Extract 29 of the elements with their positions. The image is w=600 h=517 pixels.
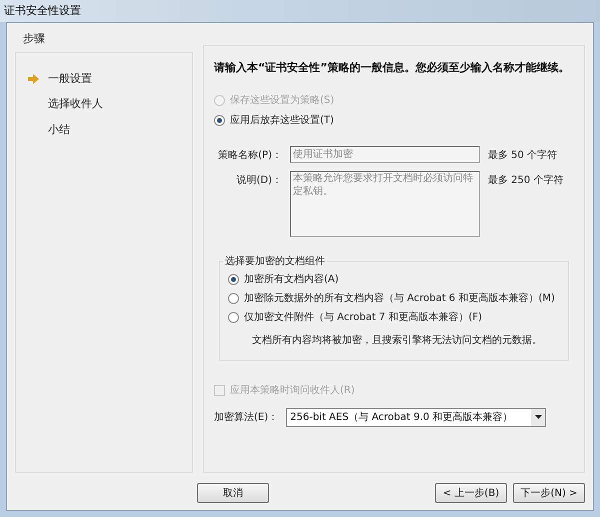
field-label: 策略名称(P)： bbox=[217, 148, 282, 162]
radio-label: 保存这些设置为策略(S) bbox=[230, 94, 334, 108]
radio-button[interactable] bbox=[228, 292, 239, 304]
radio-button[interactable] bbox=[228, 274, 239, 284]
caret-icon bbox=[534, 415, 542, 419]
radio-label: 加密除元数据外的所有文档内容（与 Acrobat 6 和更高版本兼容）(M) bbox=[244, 292, 555, 306]
radio-label: 应用后放弃这些设置(T) bbox=[230, 114, 334, 128]
step-item[interactable]: 小结 bbox=[16, 122, 192, 138]
radio-label: 仅加密文件附件（与 Acrobat 7 和更高版本兼容）(F) bbox=[244, 310, 482, 324]
note-text: 文档所有内容均将被加密，且搜索引擎将无法访问文档的元数据。 bbox=[252, 334, 543, 348]
dialog-button[interactable]: 下一步(N) > bbox=[513, 483, 585, 503]
step-item[interactable]: 选择收件人 bbox=[16, 96, 192, 112]
radio-button[interactable] bbox=[228, 312, 239, 322]
field-label: 加密算法(E)： bbox=[214, 410, 278, 424]
field-label: 说明(D)： bbox=[235, 174, 282, 188]
steps-title: 步骤 bbox=[23, 31, 46, 47]
window-title: 证书安全性设置 bbox=[4, 2, 81, 19]
step-item[interactable]: 一般设置 bbox=[16, 70, 192, 87]
algorithm-dropdown[interactable]: 256-bit AES（与 Acrobat 9.0 和更高版本兼容） bbox=[286, 408, 546, 426]
dialog-button[interactable]: < 上一步(B) bbox=[435, 483, 507, 503]
field-hint: 最多 50 个字符 bbox=[488, 148, 558, 162]
arrow-icon bbox=[28, 74, 39, 84]
radio-label: 加密所有文档内容(A) bbox=[244, 272, 339, 286]
checkbox-label: 应用本策略时询问收件人(R) bbox=[230, 384, 355, 398]
dialog-button[interactable]: 取消 bbox=[197, 483, 269, 503]
field-hint: 最多 250 个字符 bbox=[488, 174, 564, 188]
radio-button[interactable] bbox=[214, 114, 225, 126]
heading: 请输入本“证书安全性”策略的一般信息。您必须至少输入名称才能继续。 bbox=[214, 60, 570, 76]
group-title: 选择要加密的文档组件 bbox=[223, 254, 327, 268]
